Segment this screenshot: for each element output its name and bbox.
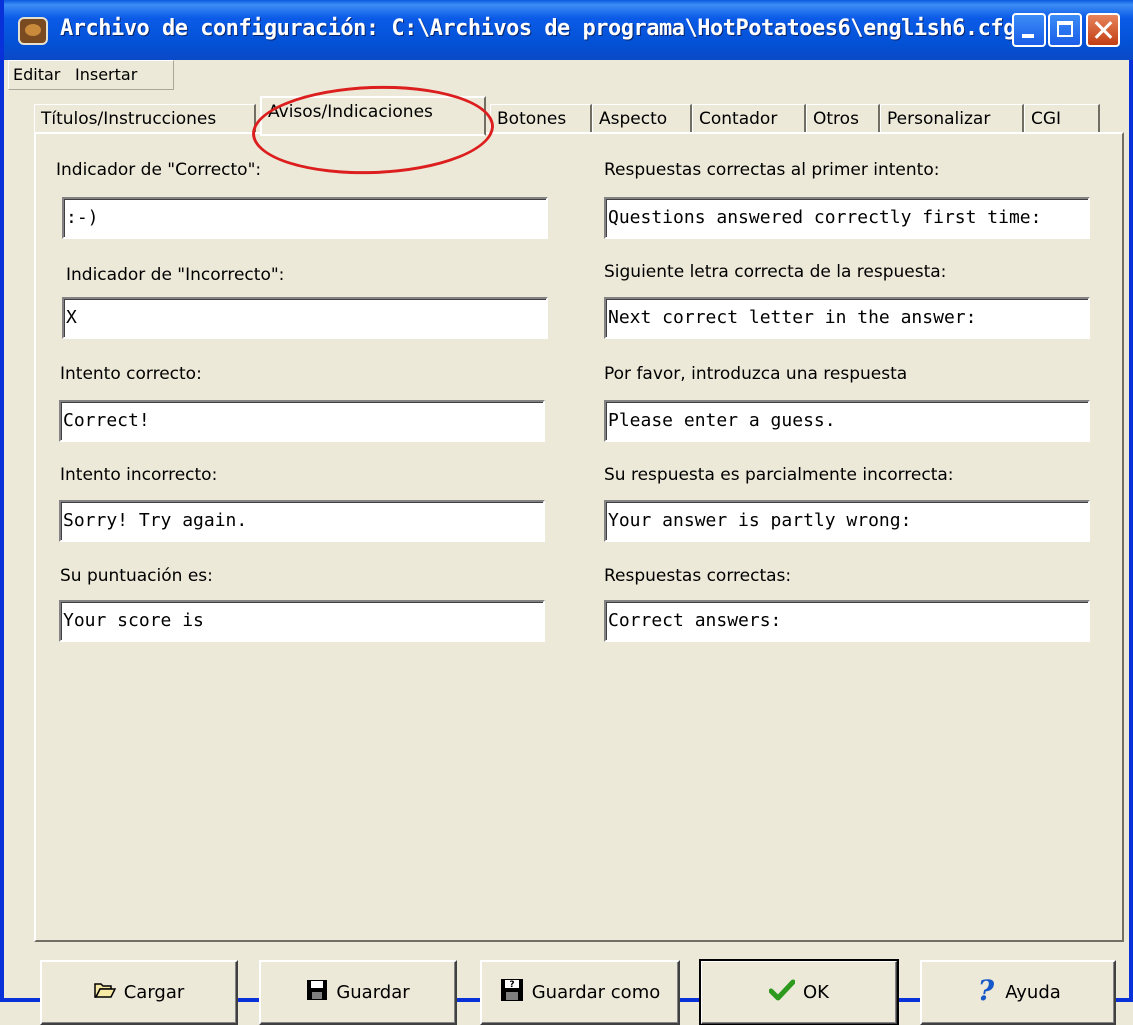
ok-label: OK — [803, 982, 829, 1003]
label-incorrect-indicator: Indicador de "Incorrecto": — [66, 265, 285, 285]
menu-insertar[interactable]: Insertar — [75, 65, 137, 84]
minimize-button[interactable] — [1012, 13, 1046, 47]
label-correct-answers: Respuestas correctas: — [604, 566, 792, 586]
save-label: Guardar — [336, 982, 410, 1003]
tab-cgi[interactable]: CGI — [1024, 104, 1100, 134]
label-please-enter: Por favor, introduzca una respuesta — [604, 364, 908, 384]
incorrect-attempt-field[interactable]: Sorry! Try again. — [59, 500, 545, 542]
menu-bar: Editar Insertar — [8, 60, 174, 90]
svg-text:?: ? — [978, 977, 995, 1003]
question-mark-icon: ? — [975, 974, 997, 1008]
correct-attempt-field[interactable]: Correct! — [59, 400, 545, 442]
save-as-button[interactable]: ? Guardar como — [480, 960, 680, 1025]
label-partly-wrong: Su respuesta es parcialmente incorrecta: — [604, 465, 954, 485]
label-first-attempt-correct: Respuestas correctas al primer intento: — [604, 160, 940, 180]
tab-personalizar[interactable]: Personalizar — [880, 104, 1024, 134]
tab-contador[interactable]: Contador — [692, 104, 806, 134]
maximize-button[interactable] — [1048, 13, 1082, 47]
please-enter-field[interactable]: Please enter a guess. — [604, 400, 1090, 442]
title-bar[interactable]: Archivo de configuración: C:\Archivos de… — [4, 0, 1133, 60]
folder-open-icon — [93, 981, 116, 1004]
save-button[interactable]: Guardar — [259, 960, 457, 1025]
label-correct-attempt: Intento correcto: — [60, 364, 202, 384]
config-window: Archivo de configuración: C:\Archivos de… — [0, 0, 1133, 1025]
hotpotatoes-app-icon[interactable] — [18, 17, 48, 45]
help-button[interactable]: ? Ayuda — [920, 960, 1116, 1025]
next-correct-letter-field[interactable]: Next correct letter in the answer: — [604, 297, 1090, 339]
ok-button[interactable]: OK — [699, 959, 899, 1025]
tab-otros[interactable]: Otros — [806, 104, 880, 134]
incorrect-indicator-field[interactable]: X — [62, 297, 548, 339]
correct-indicator-field[interactable]: :-) — [62, 197, 548, 239]
label-incorrect-attempt: Intento incorrecto: — [60, 465, 218, 485]
label-next-correct-letter: Siguiente letra correcta de la respuesta… — [604, 262, 947, 282]
tab-titulos-instrucciones[interactable]: Títulos/Instrucciones — [34, 104, 256, 134]
load-label: Cargar — [123, 982, 185, 1003]
save-as-label: Guardar como — [531, 982, 661, 1003]
label-correct-indicator: Indicador de "Correcto": — [56, 160, 262, 180]
first-attempt-correct-field[interactable]: Questions answered correctly first time: — [604, 197, 1090, 239]
menu-editar[interactable]: Editar — [13, 65, 60, 84]
close-button[interactable] — [1086, 13, 1120, 47]
your-score-field[interactable]: Your score is — [59, 600, 545, 642]
tab-aspecto[interactable]: Aspecto — [592, 104, 692, 134]
floppy-question-icon: ? — [500, 978, 524, 1007]
correct-answers-field[interactable]: Correct answers: — [604, 600, 1090, 642]
load-button[interactable]: Cargar — [40, 960, 238, 1025]
svg-text:?: ? — [509, 980, 514, 990]
label-your-score: Su puntuación es: — [60, 566, 213, 586]
window-title: Archivo de configuración: C:\Archivos de… — [60, 16, 1016, 41]
help-label: Ayuda — [1005, 982, 1061, 1003]
partly-wrong-field[interactable]: Your answer is partly wrong: — [604, 500, 1090, 542]
tab-botones[interactable]: Botones — [490, 104, 592, 134]
